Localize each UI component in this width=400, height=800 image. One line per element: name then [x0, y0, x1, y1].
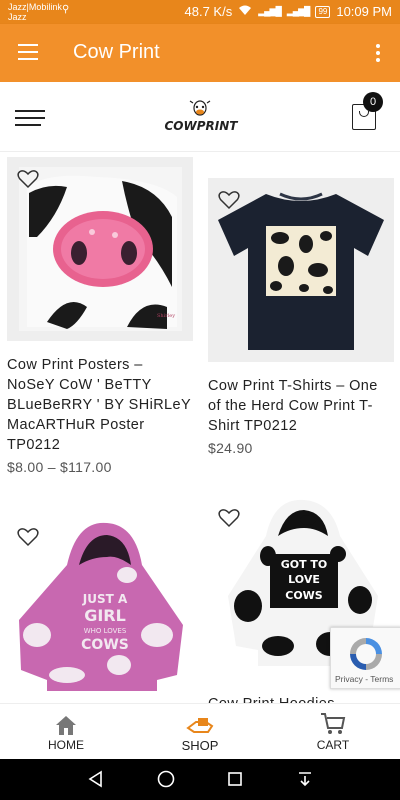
signal-icon-2: ▂▄▆█ [286, 6, 311, 16]
carrier-name: Jazz|Mobilink [8, 2, 62, 12]
site-menu-icon[interactable] [15, 110, 45, 131]
wishlist-heart-icon[interactable] [218, 508, 240, 528]
carrier-sub: Jazz [8, 12, 27, 22]
home-circle-icon[interactable] [156, 769, 176, 789]
clock: 10:09 PM [336, 4, 392, 19]
system-nav-bar [0, 759, 400, 800]
product-image[interactable]: Shirley [7, 157, 193, 341]
svg-text:COWS: COWS [81, 637, 129, 653]
bottom-nav: HOME SHOP CART [0, 703, 400, 759]
overflow-menu-icon[interactable] [376, 44, 380, 65]
usb-icon: ⚲ [62, 4, 70, 15]
wifi-icon [238, 4, 252, 19]
product-name[interactable]: Cow Print T-Shirts – One of the Herd Cow… [208, 376, 394, 436]
product-name[interactable]: Cow Print Posters – NoSeY CoW ' BeTTY BL… [7, 355, 193, 455]
site-logo-text: COWPRINT [165, 119, 239, 133]
product-card[interactable]: JUST A GIRL WHO LOVES COWS [7, 515, 193, 705]
svg-text:GOT TO: GOT TO [281, 558, 328, 571]
shop-icon [160, 710, 240, 736]
app-screen: Jazz|Mobilink Jazz ⚲ 48.7 K/s ▂▄▆█ ▂▄▆█ … [0, 0, 400, 800]
svg-text:JUST A: JUST A [82, 592, 128, 606]
product-price: $8.00 – $117.00 [7, 459, 112, 475]
svg-text:Shirley: Shirley [157, 313, 175, 319]
nav-cart-label: CART [316, 738, 350, 752]
nav-shop-label: SHOP [181, 738, 219, 753]
nav-shop[interactable]: SHOP [160, 710, 240, 753]
recaptcha-links[interactable]: Privacy - Terms [335, 674, 393, 684]
drawer-menu-icon[interactable] [18, 44, 38, 60]
home-icon [26, 710, 106, 736]
notification-pull-icon[interactable] [295, 769, 315, 789]
svg-text:GIRL: GIRL [84, 606, 126, 625]
status-bar: Jazz|Mobilink Jazz ⚲ 48.7 K/s ▂▄▆█ ▂▄▆█ … [0, 0, 400, 24]
svg-text:COWS: COWS [285, 589, 323, 602]
product-card[interactable]: Cow Print T-Shirts – One of the Herd Cow… [208, 178, 394, 456]
wishlist-heart-icon[interactable] [17, 527, 39, 547]
site-header: COWPRINT 0 [0, 82, 400, 152]
svg-text:LOVE: LOVE [288, 573, 320, 586]
product-image[interactable]: JUST A GIRL WHO LOVES COWS [7, 515, 193, 705]
back-icon[interactable] [86, 769, 106, 789]
carrier-label: Jazz|Mobilink Jazz [8, 2, 62, 22]
cart-icon [293, 710, 373, 736]
wishlist-heart-icon[interactable] [218, 190, 240, 210]
product-price: $24.90 [208, 440, 253, 456]
product-card[interactable]: Shirley Cow Print Posters – NoSeY CoW ' … [7, 157, 193, 475]
battery-icon: 99 [315, 5, 331, 18]
network-speed: 48.7 K/s [184, 4, 233, 19]
wishlist-heart-icon[interactable] [17, 169, 39, 189]
app-bar: Cow Print [0, 24, 400, 82]
nav-home-label: HOME [48, 738, 84, 752]
nav-cart[interactable]: CART [293, 710, 373, 752]
app-title: Cow Print [73, 41, 160, 63]
cart-count-badge: 0 [363, 92, 383, 112]
site-logo[interactable]: COWPRINT [160, 98, 242, 138]
recents-icon[interactable] [225, 769, 245, 789]
recaptcha-icon [350, 638, 382, 670]
nav-home[interactable]: HOME [26, 710, 106, 752]
recaptcha-badge[interactable]: Privacy - Terms [330, 627, 400, 689]
signal-icon: ▂▄▆█ [258, 6, 282, 16]
svg-text:WHO LOVES: WHO LOVES [84, 627, 127, 635]
product-image[interactable] [208, 178, 394, 362]
